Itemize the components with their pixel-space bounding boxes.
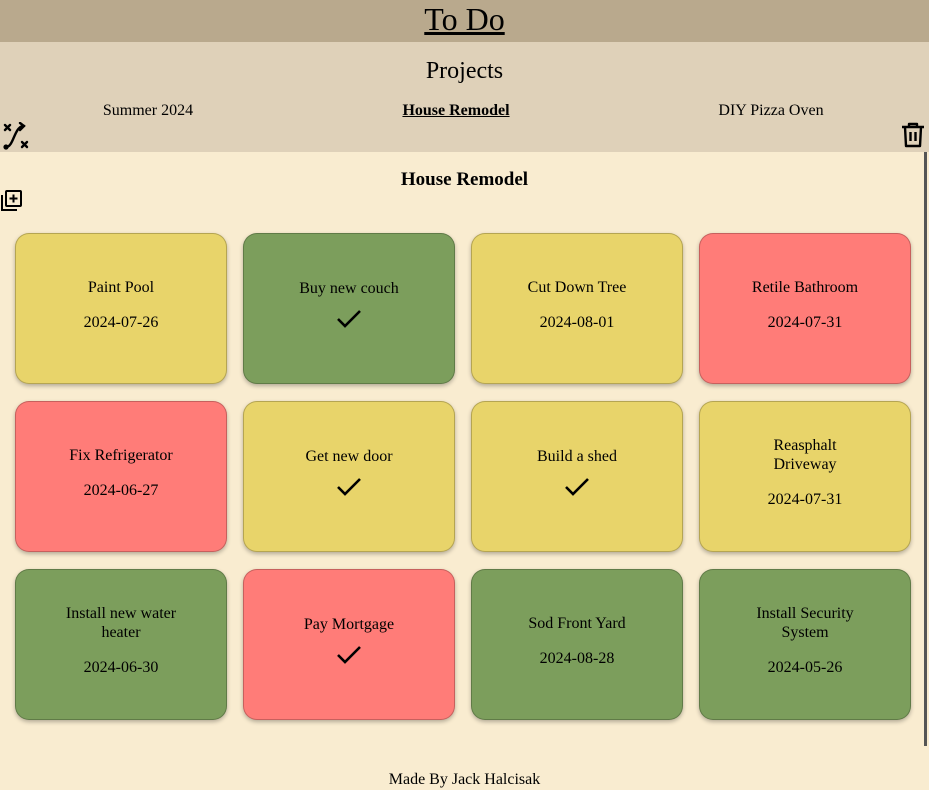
project-tab-house-remodel[interactable]: House Remodel (402, 102, 509, 120)
task-name: Build a shed (537, 448, 617, 465)
checkmark-icon (565, 478, 589, 496)
shuffle-x-icon[interactable] (2, 121, 30, 155)
checkmark-icon (337, 646, 361, 664)
board-title: House Remodel (400, 169, 529, 190)
task-name: Retile Bathroom (751, 278, 859, 296)
task-name: Paint Pool (87, 278, 155, 296)
app-header: To Do (0, 0, 929, 42)
checkmark-icon (337, 310, 361, 328)
task-due-date: 2024-06-30 (83, 659, 159, 676)
task-card[interactable]: Buy new couch (243, 233, 455, 384)
task-name: Reasphalt Driveway (773, 437, 837, 473)
task-card[interactable]: Reasphalt Driveway 2024-07-31 (699, 401, 911, 552)
task-name: Get new door (305, 448, 393, 465)
scrollbar[interactable] (924, 152, 927, 746)
task-name: Pay Mortgage (303, 616, 395, 633)
task-card[interactable]: Get new door (243, 401, 455, 552)
task-name: Sod Front Yard (528, 614, 626, 632)
task-card[interactable]: Sod Front Yard 2024-08-28 (471, 569, 683, 720)
project-tab-summer-2024[interactable]: Summer 2024 (103, 102, 193, 120)
task-card[interactable]: Paint Pool 2024-07-26 (15, 233, 227, 384)
task-card[interactable]: Install Security System 2024-05-26 (699, 569, 911, 720)
task-card[interactable]: Pay Mortgage (243, 569, 455, 720)
app-title[interactable]: To Do (424, 0, 504, 38)
add-task-icon[interactable] (1, 190, 22, 216)
task-due-date: 2024-07-31 (767, 313, 843, 331)
task-name: Fix Refrigerator (69, 446, 173, 464)
task-due-date: 2024-05-26 (767, 659, 843, 676)
task-card[interactable]: Install new water heater 2024-06-30 (15, 569, 227, 720)
task-due-date: 2024-08-28 (539, 649, 615, 667)
task-due-date: 2024-08-01 (539, 313, 615, 331)
task-card[interactable]: Cut Down Tree 2024-08-01 (471, 233, 683, 384)
task-grid: Paint Pool 2024-07-26 Buy new couch Cut Dow… (15, 233, 913, 738)
project-tab-diy-pizza-oven[interactable]: DIY Pizza Oven (718, 102, 823, 120)
task-card[interactable]: Build a shed (471, 401, 683, 552)
task-name: Install new water heater (65, 605, 177, 641)
projects-bar: Projects Summer 2024 House Remodel DIY P… (0, 42, 929, 152)
task-name: Cut Down Tree (527, 278, 627, 296)
task-name: Install Security System (756, 605, 854, 641)
projects-heading: Projects (425, 58, 504, 84)
task-due-date: 2024-07-31 (767, 491, 843, 508)
task-card[interactable]: Retile Bathroom 2024-07-31 (699, 233, 911, 384)
task-name: Buy new couch (299, 280, 399, 297)
task-due-date: 2024-07-26 (83, 313, 159, 331)
task-due-date: 2024-06-27 (83, 481, 159, 499)
trash-icon[interactable] (901, 122, 925, 153)
task-card[interactable]: Fix Refrigerator 2024-06-27 (15, 401, 227, 552)
footer-credit: Made By Jack Halcisak (388, 771, 541, 788)
checkmark-icon (337, 478, 361, 496)
